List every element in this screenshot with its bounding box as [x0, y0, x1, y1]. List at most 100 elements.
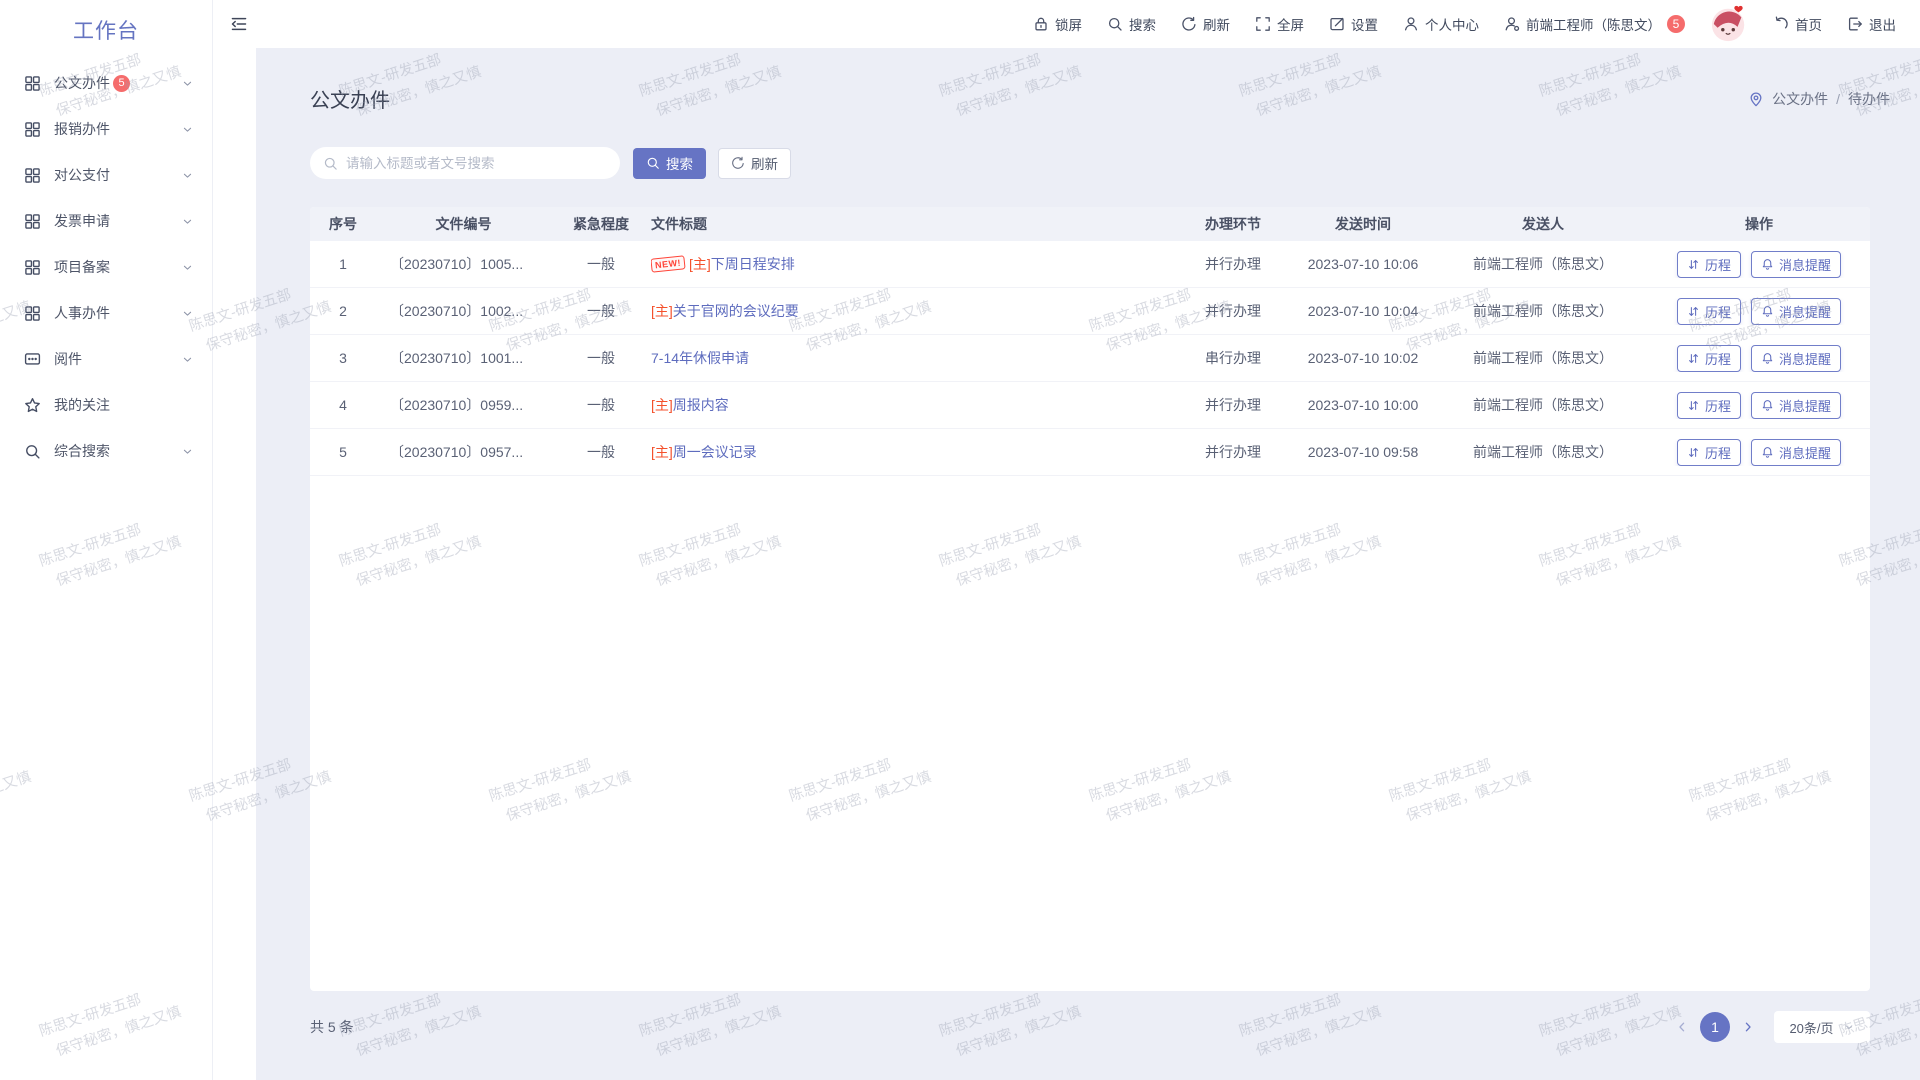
chevron-down-icon [181, 215, 194, 228]
header-home-button[interactable]: 首页 [1773, 14, 1822, 34]
search-button[interactable]: 搜索 [633, 148, 706, 179]
header-right-items: 首页 退出 [1773, 14, 1896, 34]
page-panel: 公文办件 公文办件 / 待办件 搜索 刷新 [256, 48, 1920, 1080]
chevron-down-icon [181, 353, 194, 366]
new-badge: NEW! [651, 255, 686, 272]
menu-fold-icon[interactable] [230, 15, 248, 33]
sidebar: 工作台 公文办件 5 报销办件 对公支付 发票申请 项目备案 人事办件 阅件 [0, 0, 213, 1080]
notify-button[interactable]: 消息提醒 [1751, 298, 1841, 325]
sidebar-item-3[interactable]: 对公支付 [0, 152, 212, 198]
search-input[interactable] [346, 156, 607, 171]
process-step: 并行办理 [1205, 254, 1261, 274]
sender: 前端工程师（陈思文） [1473, 395, 1613, 415]
notify-button[interactable]: 消息提醒 [1751, 439, 1841, 466]
search-icon [646, 156, 660, 170]
send-time: 2023-07-10 10:02 [1308, 350, 1419, 366]
search-icon [1107, 16, 1123, 32]
document-title-link[interactable]: 下周日程安排 [711, 254, 795, 274]
send-time: 2023-07-10 10:06 [1308, 256, 1419, 272]
table-row: 5 〔20230710〕0957... 一般 [主] 周一会议记录 并行办理 2… [310, 429, 1870, 476]
grid-icon [24, 259, 41, 276]
notification-badge: 5 [1667, 15, 1685, 33]
header-search-button[interactable]: 搜索 [1107, 14, 1156, 34]
header-user-badge-button[interactable]: 前端工程师（陈思文） 5 [1504, 14, 1685, 34]
sidebar-item-8[interactable]: 我的关注 [0, 382, 212, 428]
doc-tag: [主] [651, 395, 673, 415]
sidebar-item-5[interactable]: 项目备案 [0, 244, 212, 290]
header-logout-button[interactable]: 退出 [1847, 14, 1896, 34]
sender: 前端工程师（陈思文） [1473, 301, 1613, 321]
history-button[interactable]: 历程 [1677, 298, 1741, 325]
table-row: 4 〔20230710〕0959... 一般 [主] 周报内容 并行办理 202… [310, 382, 1870, 429]
history-button[interactable]: 历程 [1677, 392, 1741, 419]
header-items: 锁屏 搜索 刷新 全屏 设置 个人中心 前端工程师（陈思文） 5 [1033, 14, 1685, 34]
notify-button[interactable]: 消息提醒 [1751, 345, 1841, 372]
page-number-button[interactable]: 1 [1700, 1012, 1730, 1042]
process-step: 并行办理 [1205, 301, 1261, 321]
document-title-link[interactable]: 关于官网的会议纪要 [673, 301, 799, 321]
bell-icon [1761, 446, 1774, 459]
sidebar-item-9[interactable]: 综合搜索 [0, 428, 212, 474]
history-icon [1687, 446, 1700, 459]
history-button[interactable]: 历程 [1677, 345, 1741, 372]
header-fullscreen-button[interactable]: 全屏 [1255, 14, 1304, 34]
history-icon [1687, 399, 1700, 412]
notify-button[interactable]: 消息提醒 [1751, 251, 1841, 278]
header-lock-button[interactable]: 锁屏 [1033, 14, 1082, 34]
process-step: 串行办理 [1205, 348, 1261, 368]
next-page-button[interactable] [1740, 1019, 1756, 1035]
search-box [310, 147, 620, 179]
column-header: 文件编号 [376, 214, 551, 234]
breadcrumb-separator: / [1836, 91, 1840, 107]
chevron-down-icon [181, 445, 194, 458]
sidebar-item-4[interactable]: 发票申请 [0, 198, 212, 244]
settings-icon [1329, 16, 1345, 32]
chevron-down-icon [181, 307, 194, 320]
avatar[interactable] [1710, 5, 1748, 43]
sidebar-item-2[interactable]: 报销办件 [0, 106, 212, 152]
chevron-down-icon [181, 261, 194, 274]
table-header: 序号 文件编号 紧急程度 文件标题 办理环节 发送时间 发送人 操作 [310, 207, 1870, 241]
column-header: 发送时间 [1288, 214, 1438, 234]
history-icon [1687, 258, 1700, 271]
file-number: 〔20230710〕0957... [390, 442, 523, 462]
home-icon [1773, 16, 1789, 32]
user-badge-icon [1504, 16, 1520, 32]
file-number: 〔20230710〕1002... [390, 301, 523, 321]
star-icon [24, 397, 41, 414]
urgency: 一般 [587, 348, 615, 368]
refresh-icon [731, 156, 745, 170]
header-refresh-button[interactable]: 刷新 [1181, 14, 1230, 34]
logout-icon [1847, 16, 1863, 32]
sidebar-item-6[interactable]: 人事办件 [0, 290, 212, 336]
document-title-link[interactable]: 周一会议记录 [673, 442, 757, 462]
document-title-link[interactable]: 周报内容 [673, 395, 729, 415]
table-row: 2 〔20230710〕1002... 一般 [主] 关于官网的会议纪要 并行办… [310, 288, 1870, 335]
doc-tag: [主] [651, 301, 673, 321]
bell-icon [1761, 258, 1774, 271]
urgency: 一般 [587, 301, 615, 321]
sidebar-badge: 5 [113, 75, 130, 92]
header-settings-button[interactable]: 设置 [1329, 14, 1378, 34]
history-button[interactable]: 历程 [1677, 439, 1741, 466]
breadcrumb-current: 待办件 [1848, 89, 1890, 109]
column-header: 办理环节 [1178, 214, 1288, 234]
chevron-down-icon [181, 123, 194, 136]
document-title-link[interactable]: 7-14年休假申请 [651, 348, 749, 368]
page-size-select[interactable]: 20条/页 [1774, 1011, 1870, 1043]
bell-icon [1761, 352, 1774, 365]
refresh-button[interactable]: 刷新 [718, 148, 791, 179]
prev-page-button[interactable] [1674, 1019, 1690, 1035]
sidebar-item-7[interactable]: 阅件 [0, 336, 212, 382]
send-time: 2023-07-10 10:00 [1308, 397, 1419, 413]
bell-icon [1761, 399, 1774, 412]
breadcrumb-first[interactable]: 公文办件 [1772, 89, 1828, 109]
notify-button[interactable]: 消息提醒 [1751, 392, 1841, 419]
grid-icon [24, 121, 41, 138]
history-button[interactable]: 历程 [1677, 251, 1741, 278]
urgency: 一般 [587, 395, 615, 415]
row-index: 3 [339, 350, 347, 366]
header-user-button[interactable]: 个人中心 [1403, 14, 1479, 34]
process-step: 并行办理 [1205, 395, 1261, 415]
sidebar-item-1[interactable]: 公文办件 5 [0, 60, 212, 106]
